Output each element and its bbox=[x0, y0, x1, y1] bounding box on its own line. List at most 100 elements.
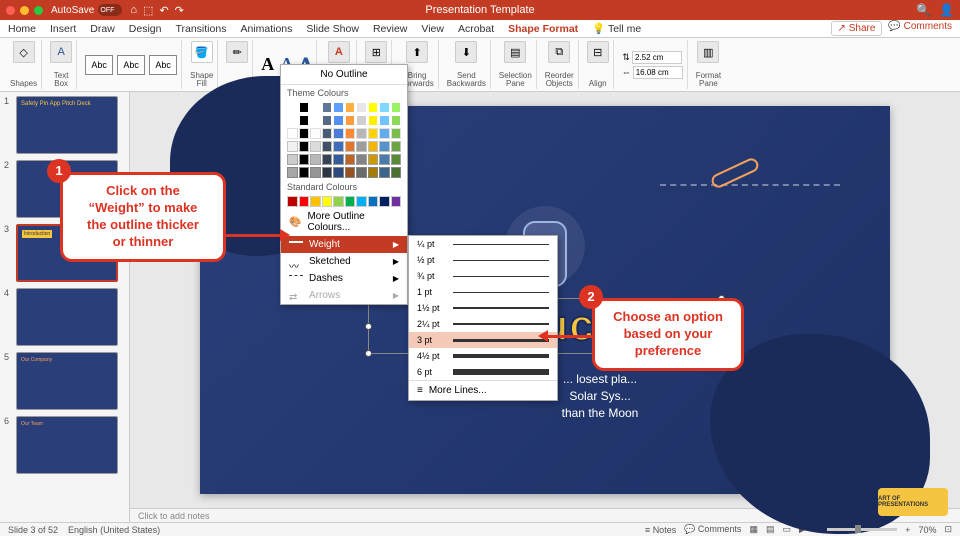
color-swatch[interactable] bbox=[310, 141, 321, 152]
color-swatch[interactable] bbox=[391, 102, 402, 113]
color-swatch[interactable] bbox=[391, 154, 402, 165]
color-swatch[interactable] bbox=[379, 196, 390, 207]
color-swatch[interactable] bbox=[299, 102, 310, 113]
color-swatch[interactable] bbox=[368, 128, 379, 139]
weight-option[interactable]: 3 pt bbox=[409, 332, 557, 348]
color-swatch[interactable] bbox=[345, 115, 356, 126]
color-swatch[interactable] bbox=[287, 128, 298, 139]
color-swatch[interactable] bbox=[391, 128, 402, 139]
color-swatch[interactable] bbox=[333, 128, 344, 139]
color-swatch[interactable] bbox=[333, 115, 344, 126]
weight-option[interactable]: 4½ pt bbox=[409, 348, 557, 364]
share-button[interactable]: ↗ Share bbox=[831, 21, 883, 36]
more-colors-item[interactable]: 🎨More Outline Colours... bbox=[281, 208, 407, 236]
maximize-icon[interactable] bbox=[34, 6, 43, 15]
autosave-toggle[interactable]: AutoSave OFF bbox=[51, 4, 122, 16]
color-swatch[interactable] bbox=[368, 115, 379, 126]
width-input[interactable] bbox=[633, 66, 683, 79]
zoom-in-icon[interactable]: + bbox=[905, 525, 910, 535]
shape-fill-icon[interactable]: 🪣 bbox=[191, 41, 213, 63]
wordart-style-1[interactable]: A bbox=[261, 54, 274, 75]
minimize-icon[interactable] bbox=[20, 6, 29, 15]
color-swatch[interactable] bbox=[368, 154, 379, 165]
alt-text-icon[interactable]: ⊞ bbox=[365, 41, 387, 63]
color-swatch[interactable] bbox=[356, 102, 367, 113]
color-swatch[interactable] bbox=[345, 154, 356, 165]
color-swatch[interactable] bbox=[310, 167, 321, 178]
color-swatch[interactable] bbox=[322, 167, 333, 178]
send-backward-icon[interactable]: ⬇ bbox=[455, 41, 477, 63]
color-swatch[interactable] bbox=[356, 141, 367, 152]
color-swatch[interactable] bbox=[379, 115, 390, 126]
comments-button[interactable]: 💬 Comments bbox=[888, 21, 952, 36]
color-swatch[interactable] bbox=[391, 167, 402, 178]
text-fill-icon[interactable]: A bbox=[328, 41, 350, 63]
color-swatch[interactable] bbox=[333, 141, 344, 152]
color-swatch[interactable] bbox=[322, 102, 333, 113]
user-icon[interactable]: 👤 bbox=[939, 3, 954, 17]
color-swatch[interactable] bbox=[333, 167, 344, 178]
color-swatch[interactable] bbox=[345, 167, 356, 178]
color-swatch[interactable] bbox=[299, 141, 310, 152]
color-swatch[interactable] bbox=[379, 128, 390, 139]
weight-option[interactable]: 1 pt bbox=[409, 284, 557, 300]
undo-icon[interactable]: ↶ bbox=[159, 4, 168, 17]
view-sorter-icon[interactable]: ▤ bbox=[766, 524, 775, 535]
language-indicator[interactable]: English (United States) bbox=[68, 525, 160, 535]
weight-option[interactable]: 2¼ pt bbox=[409, 316, 557, 332]
height-input[interactable] bbox=[632, 51, 682, 64]
color-swatch[interactable] bbox=[322, 115, 333, 126]
save-icon[interactable]: ⬚ bbox=[143, 4, 153, 17]
weight-option[interactable]: ¼ pt bbox=[409, 236, 557, 252]
textbox-icon[interactable]: A bbox=[50, 41, 72, 63]
zoom-slider[interactable] bbox=[827, 528, 897, 531]
home-icon[interactable]: ⌂ bbox=[130, 4, 137, 17]
tab-insert[interactable]: Insert bbox=[50, 23, 76, 35]
color-swatch[interactable] bbox=[299, 167, 310, 178]
resize-handle[interactable] bbox=[365, 323, 372, 330]
color-swatch[interactable] bbox=[345, 141, 356, 152]
weight-menu-item[interactable]: Weight▶ bbox=[281, 236, 407, 253]
color-swatch[interactable] bbox=[345, 128, 356, 139]
shapes-icon[interactable]: ◇ bbox=[13, 41, 35, 63]
tab-acrobat[interactable]: Acrobat bbox=[458, 23, 494, 35]
color-swatch[interactable] bbox=[356, 115, 367, 126]
color-swatch[interactable] bbox=[287, 167, 298, 178]
tab-animations[interactable]: Animations bbox=[240, 23, 292, 35]
color-swatch[interactable] bbox=[322, 154, 333, 165]
weight-option[interactable]: ¾ pt bbox=[409, 268, 557, 284]
search-icon[interactable]: 🔍 bbox=[916, 3, 931, 17]
color-swatch[interactable] bbox=[368, 196, 379, 207]
tab-view[interactable]: View bbox=[421, 23, 444, 35]
resize-handle[interactable] bbox=[365, 350, 372, 357]
slide-thumbnails[interactable]: 1Safety Pin App Pitch Deck 2 3Introducti… bbox=[0, 92, 130, 522]
color-swatch[interactable] bbox=[287, 196, 298, 207]
color-swatch[interactable] bbox=[391, 196, 402, 207]
color-swatch[interactable] bbox=[310, 154, 321, 165]
color-swatch[interactable] bbox=[310, 196, 321, 207]
color-swatch[interactable] bbox=[299, 128, 310, 139]
close-icon[interactable] bbox=[6, 6, 15, 15]
color-swatch[interactable] bbox=[391, 141, 402, 152]
color-swatch[interactable] bbox=[345, 196, 356, 207]
reorder-icon[interactable]: ⧉ bbox=[548, 41, 570, 63]
more-lines-item[interactable]: ≡More Lines... bbox=[409, 380, 557, 400]
color-swatch[interactable] bbox=[299, 154, 310, 165]
bring-forward-icon[interactable]: ⬆ bbox=[406, 41, 428, 63]
thumb-5[interactable]: 5Our Company bbox=[4, 352, 125, 410]
tell-me[interactable]: 💡 Tell me bbox=[592, 22, 641, 35]
color-swatch[interactable] bbox=[322, 196, 333, 207]
zoom-level[interactable]: 70% bbox=[918, 525, 936, 535]
color-swatch[interactable] bbox=[356, 154, 367, 165]
color-swatch[interactable] bbox=[379, 167, 390, 178]
color-swatch[interactable] bbox=[310, 102, 321, 113]
color-swatch[interactable] bbox=[379, 141, 390, 152]
color-swatch[interactable] bbox=[310, 128, 321, 139]
notes-toggle[interactable]: ≡ Notes bbox=[645, 525, 676, 535]
view-normal-icon[interactable]: ▦ bbox=[749, 524, 758, 535]
fit-icon[interactable]: ⊡ bbox=[944, 524, 952, 535]
thumb-4[interactable]: 4 bbox=[4, 288, 125, 346]
color-swatch[interactable] bbox=[368, 102, 379, 113]
style-preset-1[interactable]: Abc bbox=[85, 55, 113, 75]
color-swatch[interactable] bbox=[379, 154, 390, 165]
